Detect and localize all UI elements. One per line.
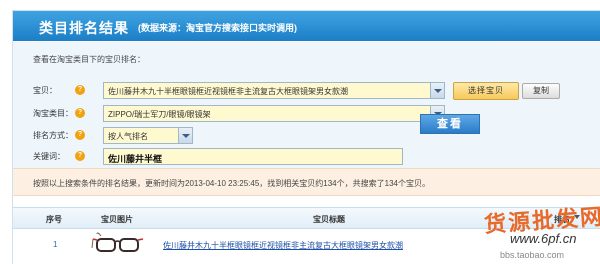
sort-select[interactable]: 按人气排名 bbox=[103, 127, 193, 144]
item-select-value: 佐川藤井木九十半框眼镜框近视镜框非主流复古大框眼镜架男女款潮 bbox=[108, 87, 348, 96]
item-title-link[interactable]: 佐川藤井木九十半框眼镜框近视镜框非主流复古大框眼镜架男女款潮 bbox=[163, 240, 403, 251]
form-heading: 查看在淘宝类目下的宝贝排名： bbox=[33, 55, 145, 64]
question-icon[interactable]: ? bbox=[75, 130, 85, 140]
keyword-label: 关键词： bbox=[33, 152, 65, 161]
column-image: 宝贝图片 bbox=[101, 215, 133, 224]
glasses-thumbnail[interactable] bbox=[91, 230, 145, 260]
question-icon[interactable]: ? bbox=[75, 108, 85, 118]
page-subtitle: (数据来源：淘宝官方搜索接口实时调用) bbox=[138, 23, 297, 33]
question-icon[interactable]: ? bbox=[75, 85, 85, 95]
title-bar: 类目排名结果 (数据来源：淘宝官方搜索接口实时调用) bbox=[13, 11, 600, 41]
watermark: 货源批发网 www.6pf.cn bbs.taobao.com bbox=[480, 203, 600, 264]
select-item-button[interactable]: 选择宝贝 bbox=[453, 82, 519, 100]
search-form: 查看在淘宝类目下的宝贝排名： 宝贝： ? 佐川藤井木九十半框眼镜框近视镜框非主流… bbox=[13, 42, 600, 168]
row-index: 1 bbox=[53, 240, 58, 249]
item-select[interactable]: 佐川藤井木九十半框眼镜框近视镜框非主流复古大框眼镜架男女款潮 bbox=[103, 82, 445, 99]
category-select[interactable]: ZIPPO/瑞士军刀/眼镜/眼镜架 bbox=[103, 105, 445, 122]
column-title: 宝贝标题 bbox=[313, 215, 345, 224]
chevron-down-icon[interactable] bbox=[430, 83, 444, 98]
sort-label: 排名方式： bbox=[33, 131, 73, 140]
watermark-url: www.6pf.cn bbox=[510, 231, 577, 246]
item-label: 宝贝： bbox=[33, 86, 57, 95]
category-label: 淘宝类目： bbox=[33, 109, 73, 118]
sort-select-value: 按人气排名 bbox=[108, 132, 148, 141]
chevron-down-icon[interactable] bbox=[178, 128, 192, 143]
category-select-value: ZIPPO/瑞士军刀/眼镜/眼镜架 bbox=[108, 110, 211, 119]
copy-button[interactable]: 复制 bbox=[522, 83, 560, 99]
watermark-url-secondary: bbs.taobao.com bbox=[500, 250, 565, 260]
page-title: 类目排名结果 bbox=[39, 20, 129, 36]
search-button[interactable]: 查看 bbox=[420, 114, 480, 134]
keyword-input[interactable]: 佐川藤井半框 bbox=[103, 148, 403, 165]
result-summary: 按照以上搜索条件的排名结果，更新时间为2013-04-10 23:25:45，找… bbox=[33, 179, 430, 188]
question-icon[interactable]: ? bbox=[75, 151, 85, 161]
result-summary-bar: 按照以上搜索条件的排名结果，更新时间为2013-04-10 23:25:45，找… bbox=[13, 168, 600, 196]
column-index: 序号 bbox=[46, 215, 62, 224]
